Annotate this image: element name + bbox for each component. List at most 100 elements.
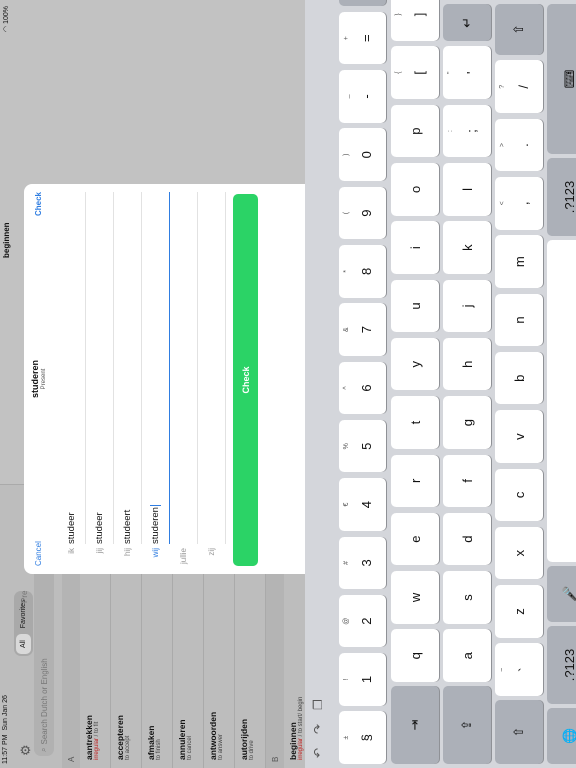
- key-shift-char: +: [343, 36, 350, 41]
- status-bar: 11:57 PM Sun Jan 26: [2, 695, 9, 764]
- search-icon: ⌕: [39, 747, 48, 752]
- conjugation-row[interactable]: zij: [200, 184, 228, 574]
- key-u[interactable]: u: [391, 279, 439, 333]
- key-char: 2: [359, 617, 374, 625]
- undo-icon[interactable]: ↶: [311, 748, 325, 758]
- numbers-key-right[interactable]: .?123: [547, 158, 576, 236]
- key-s[interactable]: s: [443, 571, 491, 624]
- key-`[interactable]: ~ `: [495, 643, 543, 696]
- tab-key[interactable]: ⇥: [391, 686, 439, 764]
- conjugation-row[interactable]: ik studeer: [60, 184, 88, 574]
- conjugation-input[interactable]: studeren: [150, 505, 161, 544]
- key-7[interactable]: & 7: [339, 303, 386, 356]
- underline: [197, 192, 198, 544]
- key-z[interactable]: z: [495, 585, 543, 638]
- key-i[interactable]: i: [391, 221, 439, 274]
- key-char: 6: [359, 384, 374, 392]
- key-8[interactable]: * 8: [339, 245, 386, 298]
- key-x[interactable]: x: [495, 526, 543, 580]
- key-r[interactable]: r: [391, 454, 439, 508]
- key-v[interactable]: v: [495, 410, 543, 463]
- key-delete-icon[interactable]: delete-icon: [339, 0, 386, 7]
- key-/[interactable]: ? /: [495, 60, 543, 113]
- key-5[interactable]: % 5: [339, 420, 386, 473]
- tab-all[interactable]: All: [16, 634, 31, 654]
- caps-lock-key[interactable]: ⇪: [443, 686, 491, 764]
- underline: [113, 192, 114, 544]
- key-o[interactable]: o: [391, 163, 439, 216]
- key-=[interactable]: + =: [339, 11, 386, 65]
- input-text: studeren: [150, 507, 162, 544]
- key-3[interactable]: #3: [339, 536, 386, 590]
- key-shift-char: &: [343, 327, 350, 332]
- key-k[interactable]: k: [443, 221, 491, 274]
- conjugation-row-active[interactable]: wij studeren: [144, 184, 172, 574]
- key-char: 7: [359, 326, 374, 334]
- space-key[interactable]: [547, 240, 576, 562]
- key-char: 9: [359, 209, 374, 217]
- key-t[interactable]: t: [391, 396, 439, 449]
- redo-icon[interactable]: ↷: [311, 724, 325, 734]
- key-char: -: [359, 94, 374, 99]
- paste-icon[interactable]: ❐: [311, 699, 325, 710]
- check-link[interactable]: Check: [34, 192, 43, 216]
- key-2[interactable]: @2: [339, 594, 386, 648]
- conjugation-row[interactable]: jullie: [172, 184, 200, 574]
- check-button[interactable]: Check: [233, 194, 258, 566]
- key-6[interactable]: ^ 6: [339, 361, 386, 415]
- globe-icon[interactable]: 🌐: [547, 708, 576, 764]
- key-char: 3: [359, 559, 374, 567]
- mic-icon[interactable]: 🎤: [547, 566, 576, 622]
- conjugation-row[interactable]: jij studeer: [88, 184, 116, 574]
- key-0[interactable]: ) 0: [339, 128, 386, 181]
- key-q[interactable]: q: [391, 629, 439, 682]
- key-char: 5: [359, 442, 374, 450]
- key-w[interactable]: w: [391, 571, 439, 624]
- modal-title: studeren: [30, 360, 40, 399]
- key-shift-char: *: [343, 270, 350, 273]
- pronoun: wij: [151, 548, 160, 558]
- key-c[interactable]: c: [495, 468, 543, 522]
- irregular-label: irregular: [298, 737, 304, 760]
- key-.[interactable]: >.: [495, 118, 543, 172]
- shift-key-left[interactable]: ⇧: [495, 700, 543, 764]
- key-][interactable]: }]: [391, 0, 439, 41]
- return-key[interactable]: ↵: [443, 4, 491, 41]
- shift-key-right[interactable]: ⇧: [495, 4, 543, 55]
- battery-indicator: ◠ 100%: [2, 6, 10, 32]
- conjugation-input[interactable]: studeer: [66, 512, 77, 544]
- key-;[interactable]: :;: [443, 104, 491, 158]
- key-b[interactable]: b: [495, 352, 543, 405]
- key-n[interactable]: n: [495, 293, 543, 347]
- key-m[interactable]: m: [495, 235, 543, 288]
- key-char: 1: [359, 675, 374, 684]
- key-y[interactable]: y: [391, 338, 439, 391]
- key-e[interactable]: e: [391, 512, 439, 566]
- key-char: ': [463, 71, 479, 74]
- key--[interactable]: _ -: [339, 70, 386, 123]
- key-shift-char: ^: [343, 386, 350, 390]
- key-[[interactable]: {[: [391, 46, 439, 99]
- keyboard-icon[interactable]: ⌨: [547, 4, 576, 154]
- key-9[interactable]: (9: [339, 186, 386, 240]
- key-4[interactable]: €4: [339, 478, 386, 531]
- conjugation-input[interactable]: studeert: [122, 510, 133, 544]
- key-f[interactable]: f: [443, 454, 491, 508]
- key-d[interactable]: d: [443, 512, 491, 566]
- key-,[interactable]: <,: [495, 177, 543, 230]
- key-1[interactable]: ! 1: [339, 653, 386, 706]
- key-p[interactable]: p: [391, 104, 439, 158]
- key-shift-char: !: [343, 678, 350, 681]
- settings-icon[interactable]: ⚙: [18, 744, 34, 756]
- key-§[interactable]: ± §: [339, 711, 386, 764]
- key-j[interactable]: j: [443, 279, 491, 333]
- numbers-key-left[interactable]: .?123: [547, 626, 576, 704]
- key-h[interactable]: h: [443, 338, 491, 391]
- key-shift-char: @: [343, 617, 350, 625]
- key-l[interactable]: l: [443, 163, 491, 216]
- conjugation-row[interactable]: hij studeert: [116, 184, 144, 574]
- key-g[interactable]: g: [443, 396, 491, 449]
- key-'[interactable]: " ': [443, 46, 491, 99]
- key-a[interactable]: a: [443, 629, 491, 682]
- conjugation-input[interactable]: studeer: [94, 512, 105, 544]
